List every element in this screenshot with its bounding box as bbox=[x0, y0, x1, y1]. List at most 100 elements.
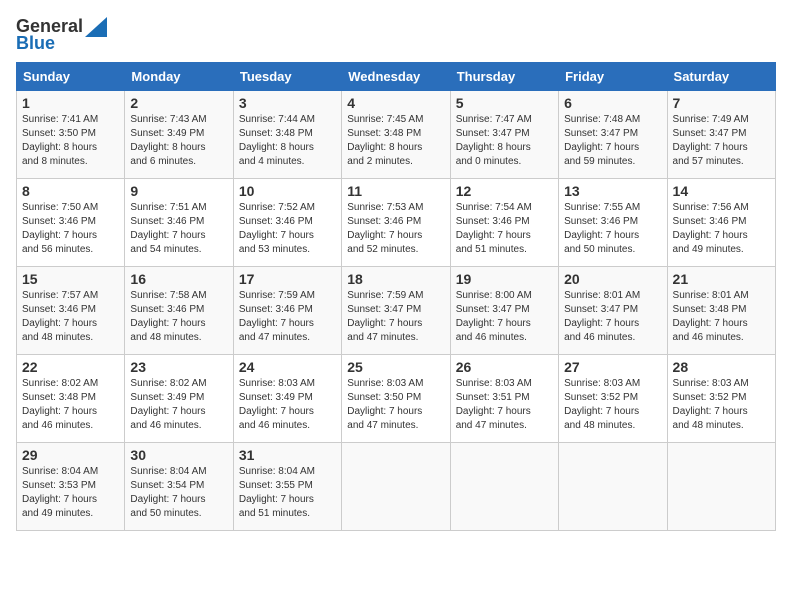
day-number: 17 bbox=[239, 271, 336, 287]
day-number: 9 bbox=[130, 183, 227, 199]
calendar-cell: 11 Sunrise: 7:53 AM Sunset: 3:46 PM Dayli… bbox=[342, 179, 450, 267]
day-number: 11 bbox=[347, 183, 444, 199]
calendar-cell: 15Sunrise: 7:57 AM Sunset: 3:46 PM Dayli… bbox=[17, 267, 125, 355]
day-header-saturday: Saturday bbox=[667, 63, 775, 91]
day-info: Sunrise: 8:00 AM Sunset: 3:47 PM Dayligh… bbox=[456, 289, 553, 345]
calendar-cell: 30 Sunrise: 8:04 AM Sunset: 3:54 PM Dayli… bbox=[125, 443, 233, 531]
calendar-cell bbox=[450, 443, 558, 531]
day-number: 6 bbox=[564, 95, 661, 111]
calendar-cell: 18 Sunrise: 7:59 AM Sunset: 3:47 PM Dayli… bbox=[342, 267, 450, 355]
day-info: Sunrise: 7:58 AM Sunset: 3:46 PM Dayligh… bbox=[130, 289, 227, 345]
week-row-1: 1Sunrise: 7:41 AM Sunset: 3:50 PM Daylig… bbox=[17, 91, 776, 179]
day-header-friday: Friday bbox=[559, 63, 667, 91]
calendar-cell: 19 Sunrise: 8:00 AM Sunset: 3:47 PM Dayli… bbox=[450, 267, 558, 355]
day-header-wednesday: Wednesday bbox=[342, 63, 450, 91]
day-number: 22 bbox=[22, 359, 119, 375]
calendar-cell: 16 Sunrise: 7:58 AM Sunset: 3:46 PM Dayli… bbox=[125, 267, 233, 355]
week-row-5: 29 Sunrise: 8:04 AM Sunset: 3:53 PM Dayli… bbox=[17, 443, 776, 531]
day-info: Sunrise: 8:01 AM Sunset: 3:47 PM Dayligh… bbox=[564, 289, 661, 345]
day-info: Sunrise: 7:55 AM Sunset: 3:46 PM Dayligh… bbox=[564, 201, 661, 257]
day-header-monday: Monday bbox=[125, 63, 233, 91]
day-info: Sunrise: 8:01 AM Sunset: 3:48 PM Dayligh… bbox=[673, 289, 770, 345]
day-info: Sunrise: 8:03 AM Sunset: 3:52 PM Dayligh… bbox=[564, 377, 661, 433]
day-number: 15 bbox=[22, 271, 119, 287]
calendar-cell: 9 Sunrise: 7:51 AM Sunset: 3:46 PM Daylig… bbox=[125, 179, 233, 267]
day-number: 25 bbox=[347, 359, 444, 375]
day-number: 20 bbox=[564, 271, 661, 287]
calendar-cell: 26 Sunrise: 8:03 AM Sunset: 3:51 PM Dayli… bbox=[450, 355, 558, 443]
day-info: Sunrise: 8:03 AM Sunset: 3:52 PM Dayligh… bbox=[673, 377, 770, 433]
calendar-cell: 17Sunrise: 7:59 AM Sunset: 3:46 PM Dayli… bbox=[233, 267, 341, 355]
day-info: Sunrise: 7:51 AM Sunset: 3:46 PM Dayligh… bbox=[130, 201, 227, 257]
day-number: 19 bbox=[456, 271, 553, 287]
calendar: SundayMondayTuesdayWednesdayThursdayFrid… bbox=[16, 62, 776, 531]
day-info: Sunrise: 8:04 AM Sunset: 3:53 PM Dayligh… bbox=[22, 465, 119, 521]
day-number: 5 bbox=[456, 95, 553, 111]
week-row-2: 8 Sunrise: 7:50 AM Sunset: 3:46 PM Daylig… bbox=[17, 179, 776, 267]
day-number: 12 bbox=[456, 183, 553, 199]
day-info: Sunrise: 8:02 AM Sunset: 3:48 PM Dayligh… bbox=[22, 377, 119, 433]
header: General Blue bbox=[16, 16, 776, 54]
day-number: 3 bbox=[239, 95, 336, 111]
calendar-cell: 22 Sunrise: 8:02 AM Sunset: 3:48 PM Dayli… bbox=[17, 355, 125, 443]
day-number: 16 bbox=[130, 271, 227, 287]
calendar-cell: 6 Sunrise: 7:48 AM Sunset: 3:47 PM Daylig… bbox=[559, 91, 667, 179]
day-info: Sunrise: 7:59 AM Sunset: 3:47 PM Dayligh… bbox=[347, 289, 444, 345]
day-number: 30 bbox=[130, 447, 227, 463]
calendar-cell: 13 Sunrise: 7:55 AM Sunset: 3:46 PM Dayli… bbox=[559, 179, 667, 267]
day-number: 26 bbox=[456, 359, 553, 375]
day-number: 24 bbox=[239, 359, 336, 375]
day-number: 7 bbox=[673, 95, 770, 111]
day-info: Sunrise: 7:49 AM Sunset: 3:47 PM Dayligh… bbox=[673, 113, 770, 169]
day-info: Sunrise: 8:03 AM Sunset: 3:51 PM Dayligh… bbox=[456, 377, 553, 433]
day-info: Sunrise: 7:52 AM Sunset: 3:46 PM Dayligh… bbox=[239, 201, 336, 257]
calendar-cell bbox=[559, 443, 667, 531]
calendar-cell: 28 Sunrise: 8:03 AM Sunset: 3:52 PM Dayli… bbox=[667, 355, 775, 443]
day-number: 14 bbox=[673, 183, 770, 199]
calendar-cell: 8 Sunrise: 7:50 AM Sunset: 3:46 PM Daylig… bbox=[17, 179, 125, 267]
calendar-cell bbox=[667, 443, 775, 531]
calendar-cell bbox=[342, 443, 450, 531]
day-number: 27 bbox=[564, 359, 661, 375]
day-info: Sunrise: 8:02 AM Sunset: 3:49 PM Dayligh… bbox=[130, 377, 227, 433]
day-info: Sunrise: 7:53 AM Sunset: 3:46 PM Dayligh… bbox=[347, 201, 444, 257]
calendar-cell: 25 Sunrise: 8:03 AM Sunset: 3:50 PM Dayli… bbox=[342, 355, 450, 443]
day-number: 2 bbox=[130, 95, 227, 111]
day-number: 29 bbox=[22, 447, 119, 463]
day-number: 18 bbox=[347, 271, 444, 287]
calendar-cell: 27 Sunrise: 8:03 AM Sunset: 3:52 PM Dayli… bbox=[559, 355, 667, 443]
calendar-cell: 5Sunrise: 7:47 AM Sunset: 3:47 PM Daylig… bbox=[450, 91, 558, 179]
week-row-3: 15Sunrise: 7:57 AM Sunset: 3:46 PM Dayli… bbox=[17, 267, 776, 355]
day-header-thursday: Thursday bbox=[450, 63, 558, 91]
calendar-cell: 3 Sunrise: 7:44 AM Sunset: 3:48 PM Daylig… bbox=[233, 91, 341, 179]
day-info: Sunrise: 7:54 AM Sunset: 3:46 PM Dayligh… bbox=[456, 201, 553, 257]
day-header-tuesday: Tuesday bbox=[233, 63, 341, 91]
calendar-cell: 1Sunrise: 7:41 AM Sunset: 3:50 PM Daylig… bbox=[17, 91, 125, 179]
day-info: Sunrise: 8:03 AM Sunset: 3:50 PM Dayligh… bbox=[347, 377, 444, 433]
calendar-cell: 2 Sunrise: 7:43 AM Sunset: 3:49 PM Daylig… bbox=[125, 91, 233, 179]
calendar-cell: 7 Sunrise: 7:49 AM Sunset: 3:47 PM Daylig… bbox=[667, 91, 775, 179]
day-number: 10 bbox=[239, 183, 336, 199]
calendar-cell: 4Sunrise: 7:45 AM Sunset: 3:48 PM Daylig… bbox=[342, 91, 450, 179]
calendar-cell: 20 Sunrise: 8:01 AM Sunset: 3:47 PM Dayli… bbox=[559, 267, 667, 355]
day-info: Sunrise: 7:50 AM Sunset: 3:46 PM Dayligh… bbox=[22, 201, 119, 257]
day-info: Sunrise: 7:48 AM Sunset: 3:47 PM Dayligh… bbox=[564, 113, 661, 169]
calendar-cell: 23 Sunrise: 8:02 AM Sunset: 3:49 PM Dayli… bbox=[125, 355, 233, 443]
logo: General Blue bbox=[16, 16, 107, 54]
day-info: Sunrise: 8:04 AM Sunset: 3:55 PM Dayligh… bbox=[239, 465, 336, 521]
logo-blue: Blue bbox=[16, 33, 55, 54]
day-info: Sunrise: 8:04 AM Sunset: 3:54 PM Dayligh… bbox=[130, 465, 227, 521]
day-header-sunday: Sunday bbox=[17, 63, 125, 91]
day-number: 4 bbox=[347, 95, 444, 111]
day-number: 13 bbox=[564, 183, 661, 199]
day-number: 8 bbox=[22, 183, 119, 199]
day-info: Sunrise: 7:43 AM Sunset: 3:49 PM Dayligh… bbox=[130, 113, 227, 169]
day-info: Sunrise: 7:44 AM Sunset: 3:48 PM Dayligh… bbox=[239, 113, 336, 169]
day-number: 28 bbox=[673, 359, 770, 375]
calendar-cell: 21Sunrise: 8:01 AM Sunset: 3:48 PM Dayli… bbox=[667, 267, 775, 355]
calendar-cell: 12 Sunrise: 7:54 AM Sunset: 3:46 PM Dayli… bbox=[450, 179, 558, 267]
day-number: 23 bbox=[130, 359, 227, 375]
day-number: 31 bbox=[239, 447, 336, 463]
calendar-cell: 14Sunrise: 7:56 AM Sunset: 3:46 PM Dayli… bbox=[667, 179, 775, 267]
day-info: Sunrise: 7:41 AM Sunset: 3:50 PM Dayligh… bbox=[22, 113, 119, 169]
